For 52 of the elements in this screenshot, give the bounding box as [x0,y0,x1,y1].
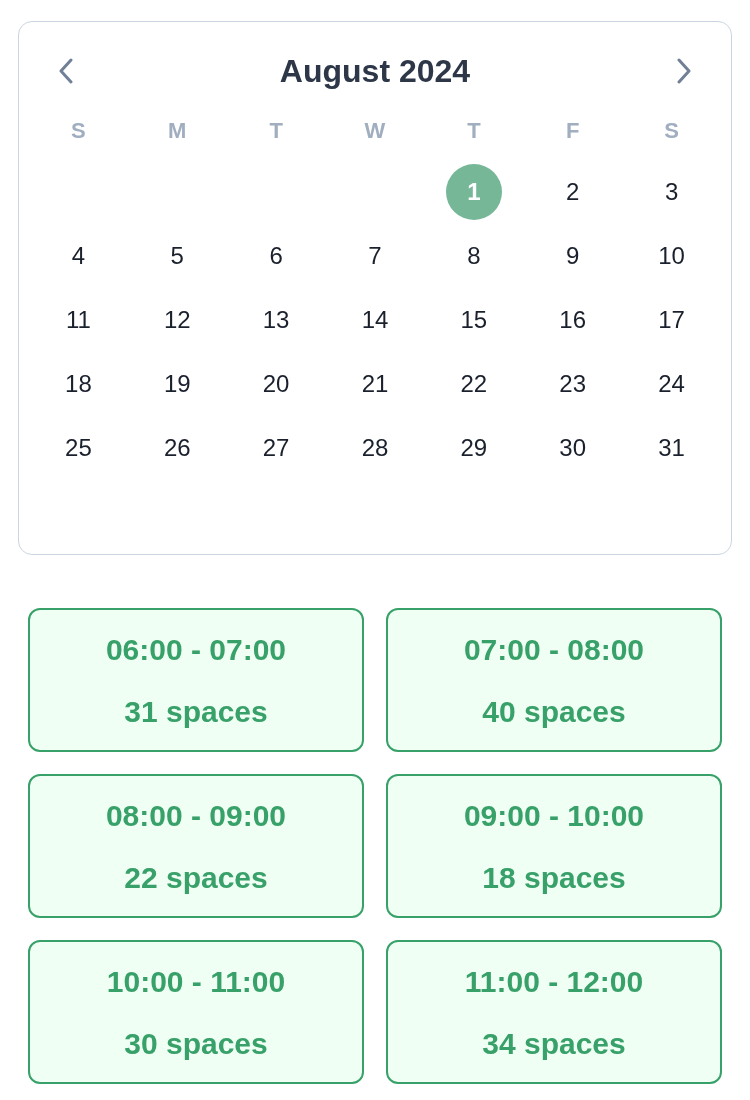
calendar-day[interactable]: 16 [544,292,601,348]
calendar-day[interactable]: 4 [50,228,107,284]
calendar-day[interactable]: 17 [643,292,700,348]
calendar-day[interactable]: 29 [445,420,502,476]
calendar-day[interactable]: 28 [347,420,403,476]
chevron-right-icon [677,58,691,84]
calendar-day[interactable]: 30 [544,420,601,476]
slot-time-range: 10:00 - 11:00 [106,964,286,1000]
calendar-day[interactable]: 10 [643,228,700,284]
calendar-day[interactable]: 21 [347,356,403,412]
calendar-day[interactable]: 7 [347,228,403,284]
calendar-day[interactable]: 2 [544,164,601,220]
slot-time-range: 06:00 - 07:00 [105,632,287,668]
weekday-label: F [566,116,580,145]
weekday-label: T [269,116,283,145]
calendar-day[interactable]: 12 [149,292,206,348]
calendar-day[interactable]: 24 [643,356,700,412]
weekday-label: T [467,116,481,145]
calendar-day[interactable]: 11 [50,292,107,348]
calendar-day[interactable]: 22 [445,356,502,412]
calendar-day[interactable]: 23 [544,356,601,412]
calendar-day[interactable]: 27 [248,420,305,476]
calendar-day[interactable]: 6 [248,228,305,284]
weekday-label: S [664,116,679,145]
calendar-day[interactable]: 13 [248,292,305,348]
weekday-label: S [71,116,86,145]
slot-spaces-count: 34 spaces [482,1026,626,1062]
calendar-day[interactable]: 20 [248,356,305,412]
slot-time-range: 09:00 - 10:00 [463,798,645,834]
slot-spaces-count: 40 spaces [482,694,626,730]
weekday-label: M [168,116,187,145]
calendar-day[interactable]: 25 [50,420,107,476]
slot-spaces-count: 30 spaces [124,1026,268,1062]
calendar-day[interactable]: 26 [149,420,206,476]
calendar-day[interactable]: 14 [347,292,403,348]
slot-spaces-count: 22 spaces [124,860,268,896]
chevron-left-icon [59,58,73,84]
slot-time-range: 11:00 - 12:00 [464,964,644,1000]
slot-time-range: 07:00 - 08:00 [463,632,645,668]
weekday-label: W [364,116,386,145]
calendar-day[interactable]: 8 [445,228,502,284]
calendar-day[interactable]: 19 [149,356,206,412]
slot-spaces-count: 18 spaces [482,860,626,896]
calendar-day[interactable]: 9 [544,228,601,284]
calendar-day[interactable]: 15 [445,292,502,348]
calendar-day[interactable]: 5 [149,228,206,284]
slot-spaces-count: 31 spaces [124,694,268,730]
calendar-day[interactable]: 31 [643,420,700,476]
slot-time-range: 08:00 - 09:00 [105,798,287,834]
calendar-day[interactable]: 3 [643,164,700,220]
calendar-day[interactable]: 18 [50,356,107,412]
month-title: August 2024 [279,55,471,87]
